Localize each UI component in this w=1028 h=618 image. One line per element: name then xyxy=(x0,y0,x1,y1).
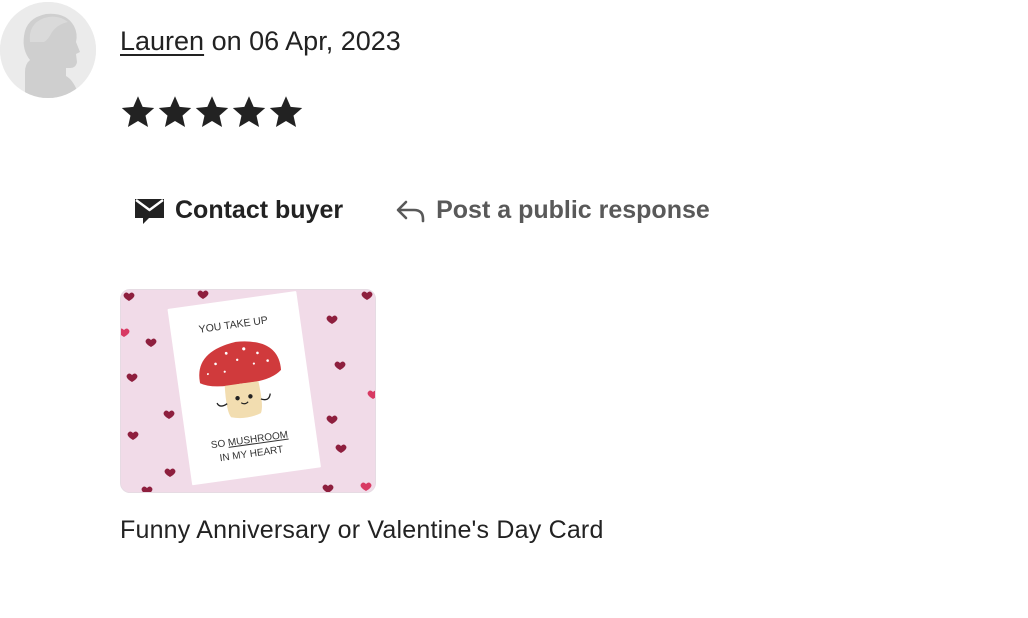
review-date: 06 Apr, 2023 xyxy=(249,26,401,56)
star-icon xyxy=(194,94,230,130)
star-rating xyxy=(120,94,304,130)
listing-title-link[interactable]: Funny Anniversary or Valentine's Day Car… xyxy=(120,516,604,545)
reviewer-name-link[interactable]: Lauren xyxy=(120,26,204,56)
reviewer-avatar[interactable] xyxy=(0,2,96,98)
review-actions: Contact buyer Post a public response xyxy=(134,196,710,225)
star-icon xyxy=(157,94,193,130)
envelope-icon xyxy=(134,197,165,225)
listing-thumbnail[interactable]: YOU TAKE UP SO MUSHROOM IN MY HEART xyxy=(120,289,376,493)
star-icon xyxy=(231,94,267,130)
contact-buyer-button[interactable]: Contact buyer xyxy=(134,196,343,225)
reply-arrow-icon xyxy=(395,198,426,224)
star-icon xyxy=(120,94,156,130)
review-byline: Lauren on 06 Apr, 2023 xyxy=(120,26,401,57)
default-avatar-icon xyxy=(0,2,96,98)
contact-buyer-label: Contact buyer xyxy=(175,196,344,224)
date-prefix: on xyxy=(204,26,250,56)
listing-image: YOU TAKE UP SO MUSHROOM IN MY HEART xyxy=(121,290,375,492)
post-public-response-button[interactable]: Post a public response xyxy=(395,196,710,225)
star-icon xyxy=(268,94,304,130)
post-public-response-label: Post a public response xyxy=(436,196,710,224)
